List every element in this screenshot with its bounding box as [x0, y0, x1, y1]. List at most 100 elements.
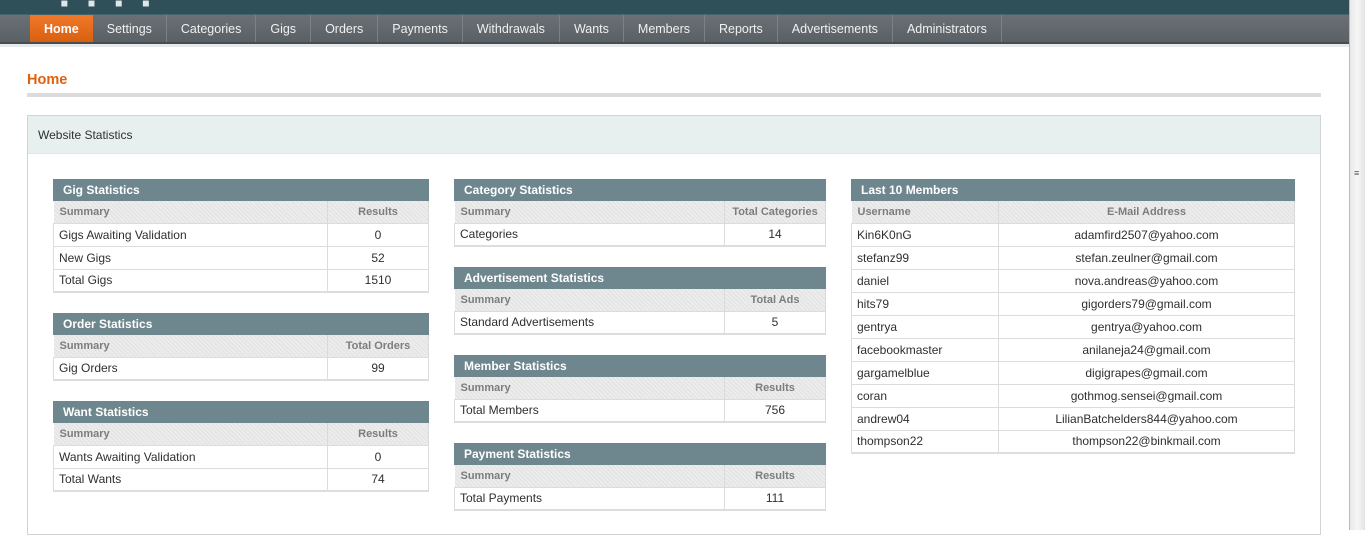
column-header: Results: [327, 201, 429, 223]
member-statistics-table: Member Statistics Summary Results Total Me…: [454, 355, 826, 423]
column-header: Summary: [454, 465, 725, 487]
row-value: 5: [724, 310, 826, 335]
row-value: 0: [327, 444, 429, 469]
nav-withdrawals[interactable]: Withdrawals: [463, 15, 560, 42]
row-value: 14: [724, 222, 826, 247]
table-title: Order Statistics: [53, 313, 429, 335]
nav-payments[interactable]: Payments: [378, 15, 463, 42]
nav-gigs[interactable]: Gigs: [256, 15, 312, 42]
row-label: stefanz99: [851, 245, 999, 270]
column-header: Results: [724, 465, 826, 487]
column-header: Username: [851, 201, 999, 223]
row-label: Gig Orders: [53, 356, 328, 381]
row-label: New Gigs: [53, 245, 328, 270]
table-row: gentrya gentrya@yahoo.com: [851, 314, 1295, 339]
row-label: Categories: [454, 222, 725, 247]
row-value: thompson22@binkmail.com: [998, 429, 1295, 454]
nav-home[interactable]: Home: [30, 15, 93, 42]
table-title: Gig Statistics: [53, 179, 429, 201]
row-label: Gigs Awaiting Validation: [53, 222, 328, 247]
row-value: anilaneja24@gmail.com: [998, 337, 1295, 362]
nav-settings[interactable]: Settings: [93, 15, 167, 42]
row-label: daniel: [851, 268, 999, 293]
row-label: Total Payments: [454, 486, 725, 511]
want-statistics-table: Want Statistics Summary Results Wants Awai…: [53, 401, 429, 492]
row-label: Total Wants: [53, 467, 328, 492]
row-value: 1510: [327, 268, 429, 293]
table-row: gargamelblue digigrapes@gmail.com: [851, 360, 1295, 385]
table-row: Standard Advertisements 5: [454, 310, 826, 335]
nav-administrators[interactable]: Administrators: [893, 15, 1002, 42]
table-row: hits79 gigorders79@gmail.com: [851, 291, 1295, 316]
column-header: Total Categories: [724, 201, 826, 223]
row-value: gentrya@yahoo.com: [998, 314, 1295, 339]
page-title: Home: [27, 72, 68, 88]
table-title: Category Statistics: [454, 179, 826, 201]
table-title: Last 10 Members: [851, 179, 1295, 201]
column-header: Summary: [53, 201, 328, 223]
column-header: Summary: [53, 335, 328, 357]
table-row: Gig Orders 99: [53, 356, 429, 381]
row-label: Standard Advertisements: [454, 310, 725, 335]
row-label: Total Members: [454, 398, 725, 423]
table-title: Payment Statistics: [454, 443, 826, 465]
nav-wants[interactable]: Wants: [560, 15, 624, 42]
row-value: gothmog.sensei@gmail.com: [998, 383, 1295, 408]
order-statistics-table: Order Statistics Summary Total Orders Gig …: [53, 313, 429, 381]
nav-orders[interactable]: Orders: [311, 15, 379, 42]
row-label: Kin6K0nG: [851, 222, 999, 247]
table-row: coran gothmog.sensei@gmail.com: [851, 383, 1295, 408]
table-row: facebookmaster anilaneja24@gmail.com: [851, 337, 1295, 362]
row-value: 0: [327, 222, 429, 247]
last-members-table: Last 10 Members Username E-Mail Address Ki…: [851, 179, 1295, 454]
row-label: Wants Awaiting Validation: [53, 444, 328, 469]
table-row: Kin6K0nG adamfird2507@yahoo.com: [851, 222, 1295, 247]
table-title: Advertisement Statistics: [454, 267, 826, 289]
row-label: Total Gigs: [53, 268, 328, 293]
table-row: New Gigs 52: [53, 245, 429, 270]
nav-reports[interactable]: Reports: [705, 15, 778, 42]
payment-statistics-table: Payment Statistics Summary Results Total P…: [454, 443, 826, 511]
nav-categories[interactable]: Categories: [167, 15, 257, 42]
row-label: thompson22: [851, 429, 999, 454]
nav-advertisements[interactable]: Advertisements: [778, 15, 893, 42]
row-label: gentrya: [851, 314, 999, 339]
title-divider: [27, 93, 1321, 97]
row-value: nova.andreas@yahoo.com: [998, 268, 1295, 293]
nav-underline: [0, 44, 1349, 47]
scroll-grip-icon: ≡: [1354, 168, 1360, 178]
column-header: Summary: [454, 377, 725, 399]
row-label: andrew04: [851, 406, 999, 431]
column-header: Summary: [53, 423, 328, 445]
panel-title: Website Statistics: [28, 116, 1320, 154]
table-row: andrew04 LilianBatchelders844@yahoo.com: [851, 406, 1295, 431]
table-title: Member Statistics: [454, 355, 826, 377]
row-value: 74: [327, 467, 429, 492]
table-row: stefanz99 stefan.zeulner@gmail.com: [851, 245, 1295, 270]
column-header: Summary: [454, 201, 725, 223]
main-nav: Home Settings Categories Gigs Orders Payments…: [0, 15, 1349, 44]
vertical-scrollbar[interactable]: ≡: [1349, 0, 1365, 530]
column-header: Results: [327, 423, 429, 445]
row-value: stefan.zeulner@gmail.com: [998, 245, 1295, 270]
column-header: Summary: [454, 289, 725, 311]
row-label: gargamelblue: [851, 360, 999, 385]
advertisement-statistics-table: Advertisement Statistics Summary Total Ad…: [454, 267, 826, 335]
column-header: Total Orders: [327, 335, 429, 357]
nav-members[interactable]: Members: [624, 15, 705, 42]
table-row: Total Payments 111: [454, 486, 826, 511]
table-row: Categories 14: [454, 222, 826, 247]
row-value: adamfird2507@yahoo.com: [998, 222, 1295, 247]
row-value: LilianBatchelders844@yahoo.com: [998, 406, 1295, 431]
table-row: thompson22 thompson22@binkmail.com: [851, 429, 1295, 454]
column-header: E-Mail Address: [998, 201, 1295, 223]
row-value: digigrapes@gmail.com: [998, 360, 1295, 385]
row-value: 52: [327, 245, 429, 270]
table-row: daniel nova.andreas@yahoo.com: [851, 268, 1295, 293]
table-row: Total Members 756: [454, 398, 826, 423]
row-value: 99: [327, 356, 429, 381]
row-label: facebookmaster: [851, 337, 999, 362]
gig-statistics-table: Gig Statistics Summary Results Gigs Awaiti…: [53, 179, 429, 293]
row-label: hits79: [851, 291, 999, 316]
column-header: Total Ads: [724, 289, 826, 311]
